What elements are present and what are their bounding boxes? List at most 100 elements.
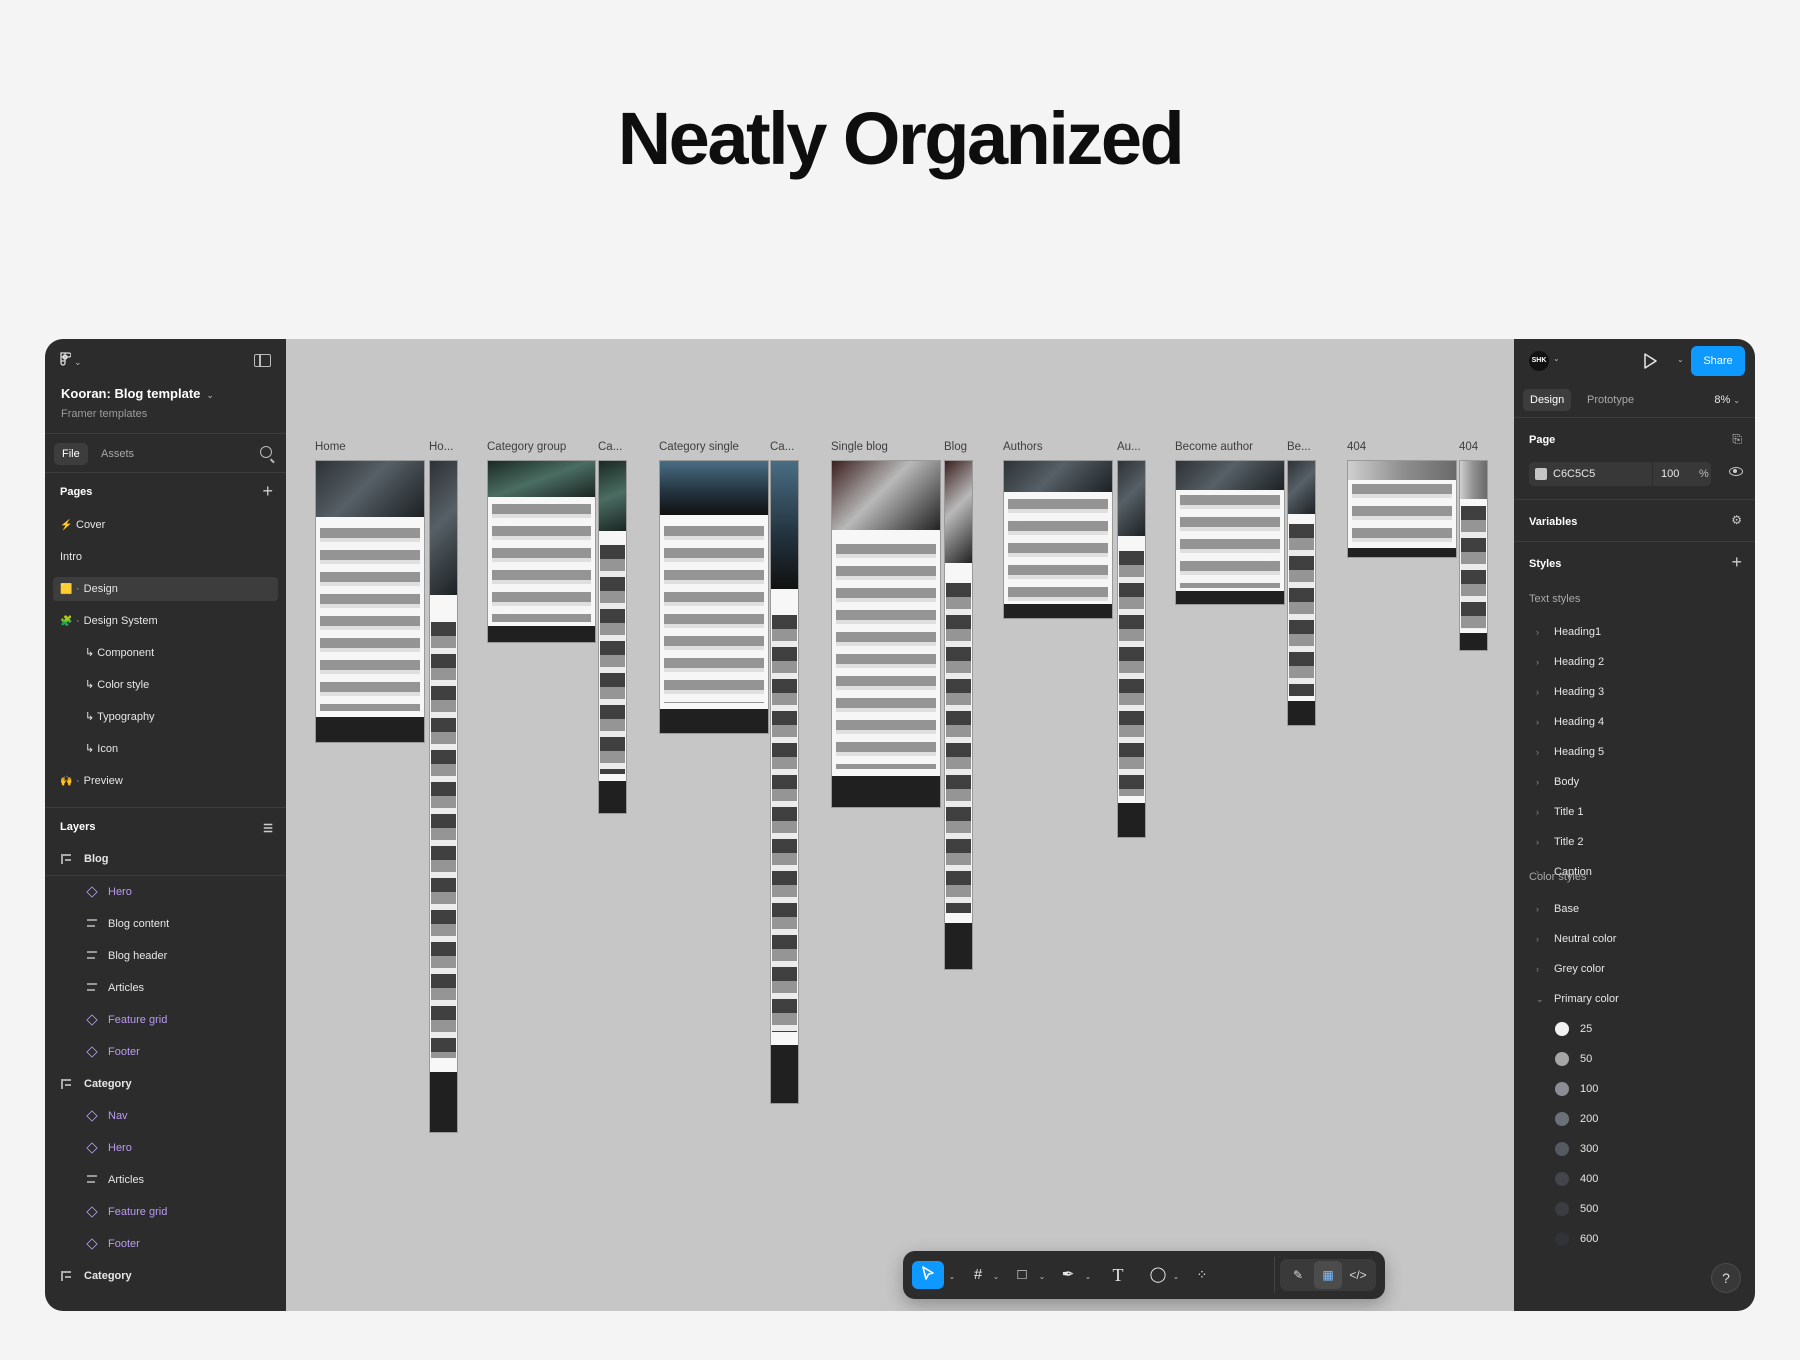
frame-authors[interactable] bbox=[1003, 460, 1113, 619]
pen-tool-dropdown[interactable]: ⌄ bbox=[1083, 1261, 1093, 1289]
draw-mode-icon[interactable]: ✎ bbox=[1284, 1261, 1312, 1289]
frame-label[interactable]: Ca... bbox=[770, 441, 794, 453]
color-style-item[interactable]: 100 bbox=[1514, 1074, 1755, 1104]
chevron-down-icon[interactable]: ⌄ bbox=[1677, 355, 1684, 364]
layer-item[interactable]: Hero bbox=[45, 1132, 286, 1164]
move-tool-button[interactable] bbox=[912, 1261, 944, 1289]
comment-tool-dropdown[interactable]: ⌄ bbox=[1171, 1261, 1181, 1289]
collapse-layers-icon[interactable]: ☰ bbox=[263, 822, 273, 835]
frame-label[interactable]: Au... bbox=[1117, 441, 1141, 453]
frame-label[interactable]: Blog bbox=[944, 441, 967, 453]
page-item[interactable]: ↳ Typography bbox=[45, 701, 286, 733]
text-style-item[interactable]: › Heading 5 bbox=[1514, 737, 1755, 767]
tab-prototype[interactable]: Prototype bbox=[1580, 389, 1641, 411]
tab-file[interactable]: File bbox=[54, 443, 88, 465]
frame-category-single-mobile[interactable] bbox=[770, 460, 799, 1104]
page-item[interactable]: ⚡ Cover bbox=[45, 509, 286, 541]
pen-tool-button[interactable]: ✒ bbox=[1055, 1261, 1081, 1289]
frame-404[interactable] bbox=[1347, 460, 1457, 558]
frame-become-author-mobile[interactable] bbox=[1287, 460, 1316, 726]
frame-label[interactable]: 404 bbox=[1347, 441, 1366, 453]
design-mode-icon[interactable]: ▦ bbox=[1314, 1261, 1342, 1289]
comment-tool-button[interactable]: ◯ bbox=[1145, 1261, 1171, 1289]
frame-label[interactable]: Category single bbox=[659, 441, 739, 453]
help-button[interactable]: ? bbox=[1711, 1263, 1741, 1293]
layer-item[interactable]: Hero bbox=[45, 876, 286, 908]
local-styles-icon[interactable]: ⎘ bbox=[1732, 432, 1742, 447]
frame-category-group[interactable] bbox=[487, 460, 596, 643]
text-style-item[interactable]: › Body bbox=[1514, 767, 1755, 797]
layer-item[interactable]: Blog header bbox=[45, 940, 286, 972]
tab-design[interactable]: Design bbox=[1523, 389, 1572, 411]
color-style-item[interactable]: 50 bbox=[1514, 1044, 1755, 1074]
layer-item[interactable]: Category bbox=[45, 1068, 286, 1100]
sidebar-toggle-icon[interactable] bbox=[254, 354, 271, 367]
frame-label[interactable]: Category group bbox=[487, 441, 566, 453]
layer-item[interactable]: Feature grid bbox=[45, 1004, 286, 1036]
color-style-item[interactable]: 25 bbox=[1514, 1014, 1755, 1044]
zoom-dropdown[interactable]: 8% ⌄ bbox=[1714, 389, 1740, 412]
layer-item[interactable]: Nav bbox=[45, 1100, 286, 1132]
dev-mode-icon[interactable]: </> bbox=[1344, 1261, 1372, 1289]
page-fill-field[interactable]: C6C5C5 100 % bbox=[1529, 462, 1711, 486]
text-style-item[interactable]: › Heading 4 bbox=[1514, 707, 1755, 737]
move-tool-dropdown[interactable]: ⌄ bbox=[947, 1261, 957, 1289]
page-item[interactable]: Intro bbox=[45, 541, 286, 573]
page-item[interactable]: ↳ Icon bbox=[45, 733, 286, 765]
layer-item[interactable]: Blog content bbox=[45, 908, 286, 940]
play-icon[interactable] bbox=[1642, 352, 1658, 370]
page-item[interactable]: ↳ Component bbox=[45, 637, 286, 669]
layer-item[interactable]: Footer bbox=[45, 1036, 286, 1068]
frame-blog-mobile[interactable] bbox=[944, 460, 973, 970]
color-style-group[interactable]: › Neutral color bbox=[1514, 924, 1755, 954]
text-style-item[interactable]: › Heading 2 bbox=[1514, 647, 1755, 677]
text-style-item[interactable]: › Heading1 bbox=[1514, 617, 1755, 647]
color-style-item[interactable]: 200 bbox=[1514, 1104, 1755, 1134]
frame-label[interactable]: Single blog bbox=[831, 441, 888, 453]
add-style-icon[interactable]: + bbox=[1731, 552, 1742, 573]
search-icon[interactable] bbox=[260, 446, 272, 458]
color-style-item[interactable]: 300 bbox=[1514, 1134, 1755, 1164]
page-item[interactable]: ↳ Color style bbox=[45, 669, 286, 701]
variables-settings-icon[interactable]: ⚙ bbox=[1731, 513, 1742, 527]
actions-tool-button[interactable]: ⁘ bbox=[1189, 1261, 1215, 1289]
shape-tool-dropdown[interactable]: ⌄ bbox=[1037, 1261, 1047, 1289]
text-style-item[interactable]: › Heading 3 bbox=[1514, 677, 1755, 707]
frame-tool-button[interactable]: # bbox=[965, 1261, 991, 1289]
text-tool-button[interactable]: T bbox=[1105, 1261, 1131, 1289]
frame-category-group-mobile[interactable] bbox=[598, 460, 627, 814]
page-item[interactable]: 🙌 · Preview bbox=[45, 765, 286, 797]
layer-item[interactable]: Feature grid bbox=[45, 1196, 286, 1228]
layer-item[interactable]: Articles bbox=[45, 1164, 286, 1196]
shape-tool-button[interactable]: □ bbox=[1009, 1261, 1035, 1289]
color-style-item[interactable]: 500 bbox=[1514, 1194, 1755, 1224]
avatar[interactable]: SHK bbox=[1529, 351, 1549, 371]
frame-label[interactable]: Ca... bbox=[598, 441, 622, 453]
frame-single-blog[interactable] bbox=[831, 460, 941, 808]
file-project[interactable]: Framer templates bbox=[61, 408, 147, 420]
frame-label[interactable]: Be... bbox=[1287, 441, 1311, 453]
canvas[interactable]: Home Ho... Category group Ca... Category sin… bbox=[286, 339, 1512, 1311]
layer-item[interactable]: Articles bbox=[45, 972, 286, 1004]
color-style-group[interactable]: ⌄ Primary color bbox=[1514, 984, 1755, 1014]
frame-label[interactable]: Home bbox=[315, 441, 346, 453]
frame-label[interactable]: 404 bbox=[1459, 441, 1478, 453]
page-item[interactable]: 🧩 · Design System bbox=[45, 605, 286, 637]
fill-hex-input[interactable]: C6C5C5 bbox=[1553, 462, 1595, 486]
frame-home[interactable] bbox=[315, 460, 425, 743]
tab-assets[interactable]: Assets bbox=[93, 443, 142, 465]
page-item[interactable]: 🟨 · Design bbox=[53, 577, 278, 601]
frame-tool-dropdown[interactable]: ⌄ bbox=[991, 1261, 1001, 1289]
chevron-down-icon[interactable]: ⌄ bbox=[1553, 354, 1560, 363]
frame-label[interactable]: Ho... bbox=[429, 441, 453, 453]
frame-404-mobile[interactable] bbox=[1459, 460, 1488, 651]
frame-label[interactable]: Become author bbox=[1175, 441, 1253, 453]
layer-item[interactable]: Category bbox=[45, 1260, 286, 1292]
frame-home-mobile[interactable] bbox=[429, 460, 458, 1133]
text-style-item[interactable]: › Title 1 bbox=[1514, 797, 1755, 827]
frame-authors-mobile[interactable] bbox=[1117, 460, 1146, 838]
color-style-group[interactable]: › Base bbox=[1514, 894, 1755, 924]
text-style-item[interactable]: › Title 2 bbox=[1514, 827, 1755, 857]
fill-opacity-input[interactable]: 100 bbox=[1661, 462, 1679, 486]
color-style-item[interactable]: 400 bbox=[1514, 1164, 1755, 1194]
